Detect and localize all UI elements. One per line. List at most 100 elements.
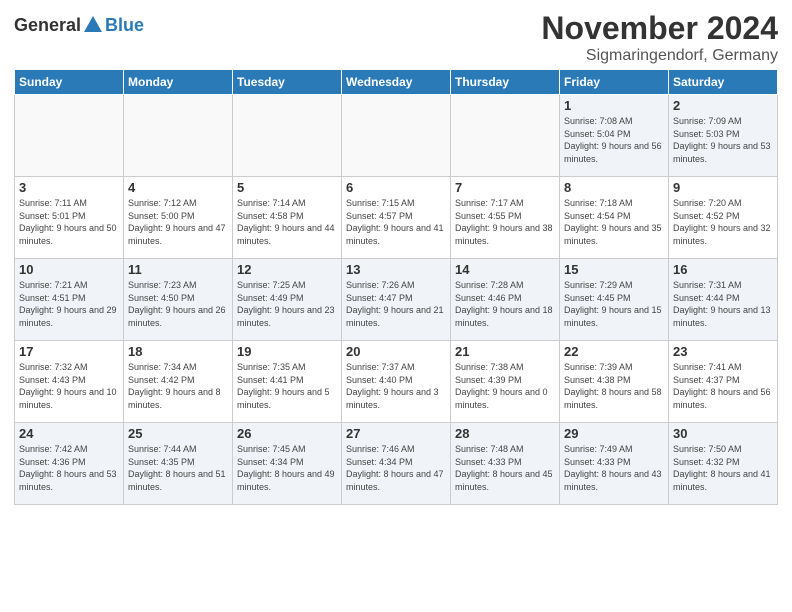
logo: General Blue: [14, 14, 144, 36]
table-row: 23 Sunrise: 7:41 AM Sunset: 4:37 PM Dayli…: [669, 341, 778, 423]
day-number: 20: [346, 344, 446, 359]
table-row: 14Sunrise: 7:28 AM Sunset: 4:46 PM Dayli…: [451, 259, 560, 341]
day-info: Sunrise: 7:48 AM Sunset: 4:33 PM Dayligh…: [455, 443, 555, 493]
page-subtitle: Sigmaringendorf, Germany: [541, 47, 778, 65]
header-friday: Friday: [560, 70, 669, 95]
day-info: Sunrise: 7:31 AM Sunset: 4:44 PM Dayligh…: [673, 279, 773, 329]
day-number: 3: [19, 180, 119, 195]
day-number: 23: [673, 344, 773, 359]
day-info: Sunrise: 7:09 AM Sunset: 5:03 PM Dayligh…: [673, 115, 773, 165]
day-number: 13: [346, 262, 446, 277]
table-row: [342, 95, 451, 177]
day-number: 18: [128, 344, 228, 359]
calendar-week-row: 10Sunrise: 7:21 AM Sunset: 4:51 PM Dayli…: [15, 259, 778, 341]
day-info: Sunrise: 7:12 AM Sunset: 5:00 PM Dayligh…: [128, 197, 228, 247]
day-number: 9: [673, 180, 773, 195]
day-number: 6: [346, 180, 446, 195]
day-info: Sunrise: 7:39 AM Sunset: 4:38 PM Dayligh…: [564, 361, 664, 411]
day-number: 4: [128, 180, 228, 195]
table-row: 13 Sunrise: 7:26 AM Sunset: 4:47 PM Dayli…: [342, 259, 451, 341]
logo-icon: [82, 14, 104, 36]
day-number: 29: [564, 426, 664, 441]
day-number: 7: [455, 180, 555, 195]
day-info: Sunrise: 7:11 AM Sunset: 5:01 PM Dayligh…: [19, 197, 119, 247]
header-wednesday: Wednesday: [342, 70, 451, 95]
day-number: 11: [128, 262, 228, 277]
table-row: 17Sunrise: 7:32 AM Sunset: 4:43 PM Dayli…: [15, 341, 124, 423]
header-sunday: Sunday: [15, 70, 124, 95]
day-info: Sunrise: 7:50 AM Sunset: 4:32 PM Dayligh…: [673, 443, 773, 493]
calendar-week-row: 17Sunrise: 7:32 AM Sunset: 4:43 PM Dayli…: [15, 341, 778, 423]
table-row: 19Sunrise: 7:35 AM Sunset: 4:41 PM Dayli…: [233, 341, 342, 423]
day-number: 15: [564, 262, 664, 277]
calendar-container: General Blue November 2024 Sigmaringendo…: [0, 0, 792, 612]
header-monday: Monday: [124, 70, 233, 95]
day-number: 10: [19, 262, 119, 277]
table-row: 7 Sunrise: 7:17 AM Sunset: 4:55 PM Daylig…: [451, 177, 560, 259]
header-thursday: Thursday: [451, 70, 560, 95]
table-row: 28 Sunrise: 7:48 AM Sunset: 4:33 PM Dayli…: [451, 423, 560, 505]
day-info: Sunrise: 7:49 AM Sunset: 4:33 PM Dayligh…: [564, 443, 664, 493]
table-row: 8 Sunrise: 7:18 AM Sunset: 4:54 PM Daylig…: [560, 177, 669, 259]
day-number: 24: [19, 426, 119, 441]
day-info: Sunrise: 7:29 AM Sunset: 4:45 PM Dayligh…: [564, 279, 664, 329]
day-number: 22: [564, 344, 664, 359]
day-number: 16: [673, 262, 773, 277]
day-info: Sunrise: 7:28 AM Sunset: 4:46 PM Dayligh…: [455, 279, 555, 329]
table-row: [124, 95, 233, 177]
table-row: 25 Sunrise: 7:44 AM Sunset: 4:35 PM Dayli…: [124, 423, 233, 505]
day-number: 25: [128, 426, 228, 441]
day-number: 26: [237, 426, 337, 441]
day-info: Sunrise: 7:18 AM Sunset: 4:54 PM Dayligh…: [564, 197, 664, 247]
day-number: 27: [346, 426, 446, 441]
table-row: 20 Sunrise: 7:37 AM Sunset: 4:40 PM Dayli…: [342, 341, 451, 423]
table-row: 12 Sunrise: 7:25 AM Sunset: 4:49 PM Dayli…: [233, 259, 342, 341]
table-row: 26Sunrise: 7:45 AM Sunset: 4:34 PM Dayli…: [233, 423, 342, 505]
day-number: 2: [673, 98, 773, 113]
table-row: [233, 95, 342, 177]
header: General Blue November 2024 Sigmaringendo…: [14, 10, 778, 65]
calendar-week-row: 24 Sunrise: 7:42 AM Sunset: 4:36 PM Dayli…: [15, 423, 778, 505]
day-info: Sunrise: 7:46 AM Sunset: 4:34 PM Dayligh…: [346, 443, 446, 493]
table-row: 2 Sunrise: 7:09 AM Sunset: 5:03 PM Daylig…: [669, 95, 778, 177]
table-row: 6 Sunrise: 7:15 AM Sunset: 4:57 PM Daylig…: [342, 177, 451, 259]
calendar-week-row: 3 Sunrise: 7:11 AM Sunset: 5:01 PM Daylig…: [15, 177, 778, 259]
day-number: 28: [455, 426, 555, 441]
day-info: Sunrise: 7:44 AM Sunset: 4:35 PM Dayligh…: [128, 443, 228, 493]
day-info: Sunrise: 7:26 AM Sunset: 4:47 PM Dayligh…: [346, 279, 446, 329]
day-info: Sunrise: 7:42 AM Sunset: 4:36 PM Dayligh…: [19, 443, 119, 493]
logo-general-text: General: [14, 15, 81, 36]
table-row: 5Sunrise: 7:14 AM Sunset: 4:58 PM Daylig…: [233, 177, 342, 259]
title-block: November 2024 Sigmaringendorf, Germany: [541, 10, 778, 65]
calendar-week-row: 1 Sunrise: 7:08 AM Sunset: 5:04 PM Daylig…: [15, 95, 778, 177]
table-row: [451, 95, 560, 177]
table-row: 16 Sunrise: 7:31 AM Sunset: 4:44 PM Dayli…: [669, 259, 778, 341]
table-row: 22 Sunrise: 7:39 AM Sunset: 4:38 PM Dayli…: [560, 341, 669, 423]
day-number: 1: [564, 98, 664, 113]
day-info: Sunrise: 7:34 AM Sunset: 4:42 PM Dayligh…: [128, 361, 228, 411]
day-number: 21: [455, 344, 555, 359]
table-row: 11Sunrise: 7:23 AM Sunset: 4:50 PM Dayli…: [124, 259, 233, 341]
page-title: November 2024: [541, 10, 778, 47]
table-row: 30Sunrise: 7:50 AM Sunset: 4:32 PM Dayli…: [669, 423, 778, 505]
day-info: Sunrise: 7:20 AM Sunset: 4:52 PM Dayligh…: [673, 197, 773, 247]
day-number: 12: [237, 262, 337, 277]
logo-blue-text: Blue: [105, 15, 144, 36]
weekday-header-row: Sunday Monday Tuesday Wednesday Thursday…: [15, 70, 778, 95]
day-info: Sunrise: 7:37 AM Sunset: 4:40 PM Dayligh…: [346, 361, 446, 411]
table-row: 4 Sunrise: 7:12 AM Sunset: 5:00 PM Daylig…: [124, 177, 233, 259]
day-info: Sunrise: 7:08 AM Sunset: 5:04 PM Dayligh…: [564, 115, 664, 165]
day-number: 8: [564, 180, 664, 195]
header-saturday: Saturday: [669, 70, 778, 95]
table-row: 18 Sunrise: 7:34 AM Sunset: 4:42 PM Dayli…: [124, 341, 233, 423]
day-number: 19: [237, 344, 337, 359]
table-row: 21Sunrise: 7:38 AM Sunset: 4:39 PM Dayli…: [451, 341, 560, 423]
day-number: 5: [237, 180, 337, 195]
table-row: 24 Sunrise: 7:42 AM Sunset: 4:36 PM Dayli…: [15, 423, 124, 505]
table-row: 29 Sunrise: 7:49 AM Sunset: 4:33 PM Dayli…: [560, 423, 669, 505]
day-info: Sunrise: 7:15 AM Sunset: 4:57 PM Dayligh…: [346, 197, 446, 247]
day-info: Sunrise: 7:25 AM Sunset: 4:49 PM Dayligh…: [237, 279, 337, 329]
day-info: Sunrise: 7:32 AM Sunset: 4:43 PM Dayligh…: [19, 361, 119, 411]
day-info: Sunrise: 7:41 AM Sunset: 4:37 PM Dayligh…: [673, 361, 773, 411]
day-info: Sunrise: 7:17 AM Sunset: 4:55 PM Dayligh…: [455, 197, 555, 247]
